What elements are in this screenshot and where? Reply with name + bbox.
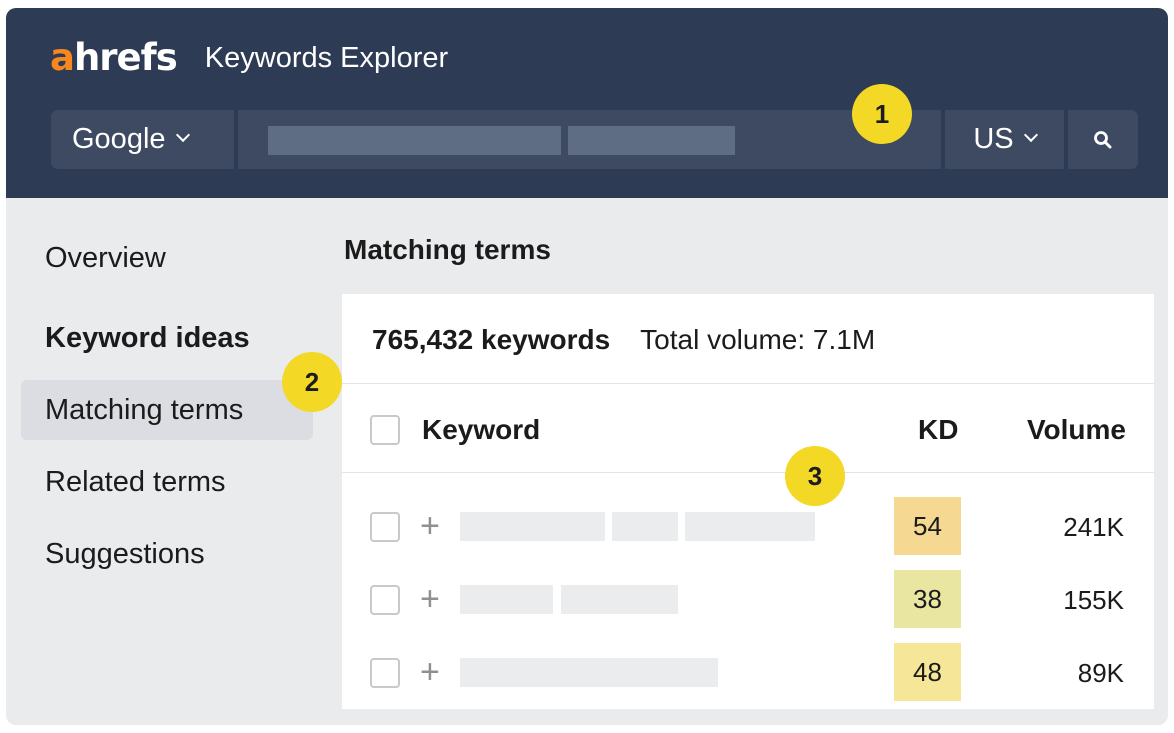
- volume-value: 155K: [1063, 585, 1124, 615]
- keywords-explorer-window: ahrefs Keywords Explorer Google US 1 2 3…: [6, 8, 1168, 725]
- redacted-query-text: [568, 126, 735, 155]
- logo-letters: hrefs: [73, 36, 178, 79]
- sidebar-item-keyword-ideas[interactable]: Keyword ideas: [21, 308, 313, 368]
- divider: [342, 472, 1154, 473]
- divider: [342, 383, 1154, 384]
- volume-value: 89K: [1077, 658, 1124, 688]
- annotation-badge-2: 2: [282, 352, 342, 412]
- sidebar-item-label: Keyword ideas: [45, 321, 250, 354]
- select-all-checkbox[interactable]: [370, 415, 400, 445]
- column-header-keyword[interactable]: Keyword: [422, 414, 540, 446]
- chevron-down-icon: [175, 127, 190, 142]
- country-label: US: [973, 123, 1014, 155]
- redacted-keyword: [561, 585, 678, 614]
- sidebar-item-related-terms[interactable]: Related terms: [21, 452, 313, 512]
- redacted-keyword: [460, 512, 605, 541]
- search-engine-label: Google: [72, 123, 166, 155]
- ahrefs-logo[interactable]: ahrefs: [50, 36, 178, 79]
- chevron-down-icon: [1023, 127, 1038, 142]
- results-summary: 765,432 keywords Total volume: 7.1M: [372, 324, 875, 356]
- redacted-keyword: [460, 585, 553, 614]
- total-volume: Total volume: 7.1M: [640, 324, 876, 355]
- sidebar-item-matching-terms[interactable]: Matching terms: [21, 380, 313, 440]
- column-header-volume[interactable]: Volume: [1027, 414, 1126, 446]
- search-button[interactable]: [1068, 110, 1138, 169]
- volume-value: 241K: [1063, 512, 1124, 542]
- redacted-query-text: [268, 126, 561, 155]
- row-checkbox[interactable]: [370, 512, 400, 542]
- redacted-keyword: [612, 512, 678, 541]
- keywords-table-panel: 765,432 keywords Total volume: 7.1M Keywo…: [342, 294, 1154, 709]
- plus-icon[interactable]: +: [420, 509, 440, 543]
- sidebar-item-label: Suggestions: [45, 537, 205, 570]
- search-icon: [1094, 130, 1112, 148]
- kd-badge: 54: [894, 497, 961, 555]
- sidebar-item-label: Overview: [45, 241, 166, 274]
- keyword-count: 765,432 keywords: [372, 324, 611, 355]
- sidebar-item-label: Matching terms: [45, 393, 244, 426]
- search-engine-select[interactable]: Google: [51, 110, 234, 169]
- annotation-badge-1: 1: [852, 84, 912, 144]
- country-select[interactable]: US: [945, 110, 1064, 169]
- row-checkbox[interactable]: [370, 658, 400, 688]
- plus-icon[interactable]: +: [420, 655, 440, 689]
- kd-badge: 38: [894, 570, 961, 628]
- app-title: Keywords Explorer: [204, 42, 449, 74]
- row-checkbox[interactable]: [370, 585, 400, 615]
- sidebar-item-overview[interactable]: Overview: [21, 228, 313, 288]
- kd-badge: 48: [894, 643, 961, 701]
- logo-letter-a: a: [50, 36, 75, 79]
- redacted-keyword: [685, 512, 815, 541]
- plus-icon[interactable]: +: [420, 582, 440, 616]
- sidebar-item-suggestions[interactable]: Suggestions: [21, 524, 313, 584]
- page-title: Matching terms: [344, 234, 551, 265]
- brand: ahrefs Keywords Explorer: [50, 36, 449, 79]
- annotation-badge-3: 3: [785, 446, 845, 506]
- top-header: ahrefs Keywords Explorer Google US: [6, 8, 1168, 198]
- sidebar-item-label: Related terms: [45, 465, 226, 498]
- redacted-keyword: [460, 658, 718, 687]
- keyword-search-input[interactable]: [238, 110, 941, 169]
- column-header-kd[interactable]: KD: [918, 414, 958, 446]
